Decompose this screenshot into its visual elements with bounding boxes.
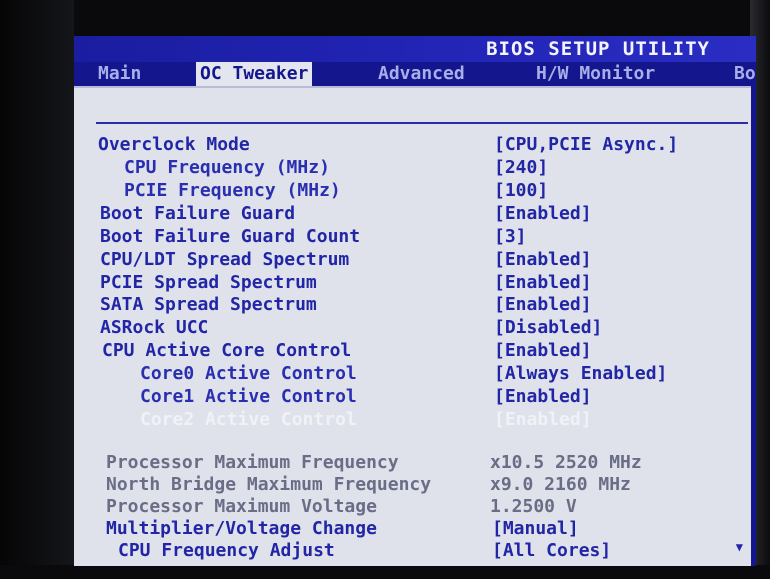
setting-value[interactable]: [Enabled] [494,409,592,430]
setting-value[interactable]: [Enabled] [494,272,592,293]
setting-row[interactable]: PCIE Frequency (MHz) [100] [74,180,751,202]
settings-panel: Overclock Mode [CPU,PCIE Async.] CPU Fre… [74,86,751,566]
app-title: BIOS SETUP UTILITY [486,38,710,60]
bios-screen: BIOS SETUP UTILITY Main OC Tweaker Advan… [74,36,756,566]
setting-label: Core0 Active Control [140,363,357,384]
info-value: 1.2500 V [490,496,577,517]
setting-value[interactable]: [240] [494,157,548,178]
setting-row[interactable]: Multiplier/Voltage Change [Manual] [74,518,751,540]
monitor-bezel-left [0,0,74,579]
setting-label: ASRock UCC [100,317,209,338]
setting-row[interactable]: Overclock Mode [CPU,PCIE Async.] [74,134,751,156]
tab-advanced[interactable]: Advanced [378,62,465,86]
setting-row[interactable]: CPU Frequency Adjust [All Cores] [74,540,751,562]
setting-label: Multiplier/Voltage Change [106,518,377,539]
info-value: x9.0 2160 MHz [490,474,631,495]
setting-label: PCIE Spread Spectrum [100,272,317,293]
setting-row[interactable]: CPU/LDT Spread Spectrum [Enabled] [74,249,751,271]
tab-hw-monitor[interactable]: H/W Monitor [536,62,655,86]
tab-oc-tweaker[interactable]: OC Tweaker [196,62,313,86]
monitor-bezel-top [0,0,770,36]
setting-row[interactable]: ASRock UCC [Disabled] [74,317,751,339]
triangle-down-icon[interactable]: ▼ [736,540,743,554]
setting-value[interactable]: [CPU,PCIE Async.] [494,134,678,155]
setting-row[interactable]: Boot Failure Guard [Enabled] [74,203,751,225]
info-row: Processor Maximum Voltage 1.2500 V [74,496,751,518]
setting-value[interactable]: [3] [494,226,527,247]
monitor-bezel-bottom [0,565,770,579]
tab-bar: Main OC Tweaker Advanced H/W Monitor Bo [74,62,756,86]
info-row: North Bridge Maximum Frequency x9.0 2160… [74,474,751,496]
setting-row-highlighted[interactable]: Core2 Active Control [Enabled] [74,409,751,431]
setting-label: PCIE Frequency (MHz) [124,180,341,201]
setting-value[interactable]: [Disabled] [494,317,602,338]
setting-label: CPU/LDT Spread Spectrum [100,249,350,270]
setting-label: Boot Failure Guard [100,203,296,224]
info-value: x10.5 2520 MHz [490,452,642,473]
setting-row[interactable]: Core1 Active Control [Enabled] [74,386,751,408]
setting-label: Core1 Active Control [140,386,357,407]
setting-value[interactable]: [Enabled] [494,340,592,361]
tab-boot[interactable]: Bo [734,62,756,86]
title-bar: BIOS SETUP UTILITY [74,36,756,62]
tab-main[interactable]: Main [98,62,141,86]
setting-label: CPU Frequency Adjust [118,540,335,561]
setting-row[interactable]: Boot Failure Guard Count [3] [74,226,751,248]
setting-value[interactable]: [Enabled] [494,203,592,224]
divider [96,122,748,124]
setting-label: SATA Spread Spectrum [100,294,317,315]
setting-row[interactable]: CPU Active Core Control [Enabled] [74,340,751,362]
setting-row[interactable]: Core0 Active Control [Always Enabled] [74,363,751,385]
info-label: North Bridge Maximum Frequency [106,474,432,495]
setting-value[interactable]: [Always Enabled] [494,363,667,384]
setting-label: Core2 Active Control [140,409,357,430]
setting-row[interactable]: PCIE Spread Spectrum [Enabled] [74,272,751,294]
setting-label: Overclock Mode [98,134,250,155]
info-label: Processor Maximum Frequency [106,452,399,473]
setting-row[interactable]: SATA Spread Spectrum [Enabled] [74,294,751,316]
info-label: Processor Maximum Voltage [106,496,377,517]
setting-label: Boot Failure Guard Count [100,226,361,247]
setting-label: CPU Frequency (MHz) [124,157,330,178]
setting-label: CPU Active Core Control [102,340,352,361]
info-row: Processor Maximum Frequency x10.5 2520 M… [74,452,751,474]
setting-value[interactable]: [Enabled] [494,386,592,407]
setting-value[interactable]: [Enabled] [494,294,592,315]
setting-value[interactable]: [Enabled] [494,249,592,270]
setting-value[interactable]: [Manual] [492,518,579,539]
setting-value[interactable]: [100] [494,180,548,201]
setting-row[interactable]: CPU Frequency (MHz) [240] [74,157,751,179]
setting-value[interactable]: [All Cores] [492,540,611,561]
